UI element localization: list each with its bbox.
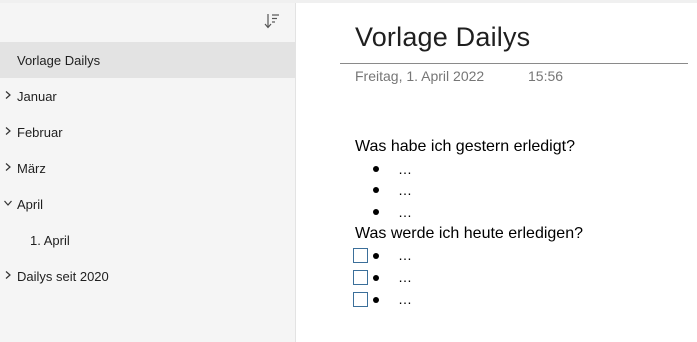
- todo-item[interactable]: …: [398, 247, 412, 263]
- page-date: Freitag, 1. April 2022: [355, 68, 485, 84]
- todo-checkbox[interactable]: [353, 292, 368, 307]
- sidebar-item-1-april[interactable]: 1. April: [0, 222, 296, 258]
- chevron-right-icon[interactable]: [4, 163, 12, 171]
- sort-descending-icon: [264, 14, 279, 29]
- todo-item[interactable]: …: [398, 269, 412, 285]
- list-item[interactable]: …: [398, 204, 412, 220]
- bullet-marker: [373, 166, 379, 172]
- page-title[interactable]: Vorlage Dailys: [355, 22, 530, 53]
- sidebar-item-februar[interactable]: Februar: [0, 114, 296, 150]
- bullet-marker: [373, 209, 379, 215]
- list-item[interactable]: …: [398, 182, 412, 198]
- bullet-marker: [373, 297, 379, 303]
- chevron-right-icon[interactable]: [4, 91, 12, 99]
- sidebar-item-label: April: [17, 196, 44, 212]
- chevron-right-icon[interactable]: [4, 127, 12, 135]
- todo-checkbox[interactable]: [353, 270, 368, 285]
- sidebar-item-label: Januar: [17, 88, 57, 104]
- sidebar-item-vorlage-dailys[interactable]: Vorlage Dailys: [0, 42, 296, 78]
- list-item[interactable]: …: [398, 161, 412, 177]
- sidebar-item-april[interactable]: April: [0, 186, 296, 222]
- bullet-marker: [373, 187, 379, 193]
- sidebar-item-label: Februar: [17, 124, 63, 140]
- title-divider: [340, 63, 688, 64]
- section-heading-yesterday[interactable]: Was habe ich gestern erledigt?: [355, 138, 575, 156]
- page-time: 15:56: [528, 68, 564, 84]
- sidebar-item-label: Dailys seit 2020: [17, 268, 109, 284]
- chevron-right-icon[interactable]: [4, 271, 12, 279]
- bullet-marker: [373, 275, 379, 281]
- todo-item[interactable]: …: [398, 291, 412, 307]
- chevron-down-icon[interactable]: [4, 199, 12, 207]
- page-list-sidebar: Vorlage Dailys Januar Februar März April…: [0, 3, 296, 342]
- sidebar-item-label: 1. April: [30, 232, 70, 248]
- sidebar-item-dailys-seit-2020[interactable]: Dailys seit 2020: [0, 258, 296, 294]
- todo-checkbox[interactable]: [353, 248, 368, 263]
- sidebar-item-label: Vorlage Dailys: [17, 52, 101, 68]
- section-heading-today[interactable]: Was werde ich heute erledigen?: [355, 225, 583, 243]
- sidebar-item-label: März: [17, 160, 46, 176]
- bullet-marker: [373, 253, 379, 259]
- sidebar-item-maerz[interactable]: März: [0, 150, 296, 186]
- sidebar-item-januar[interactable]: Januar: [0, 78, 296, 114]
- sort-pages-button[interactable]: [262, 11, 282, 31]
